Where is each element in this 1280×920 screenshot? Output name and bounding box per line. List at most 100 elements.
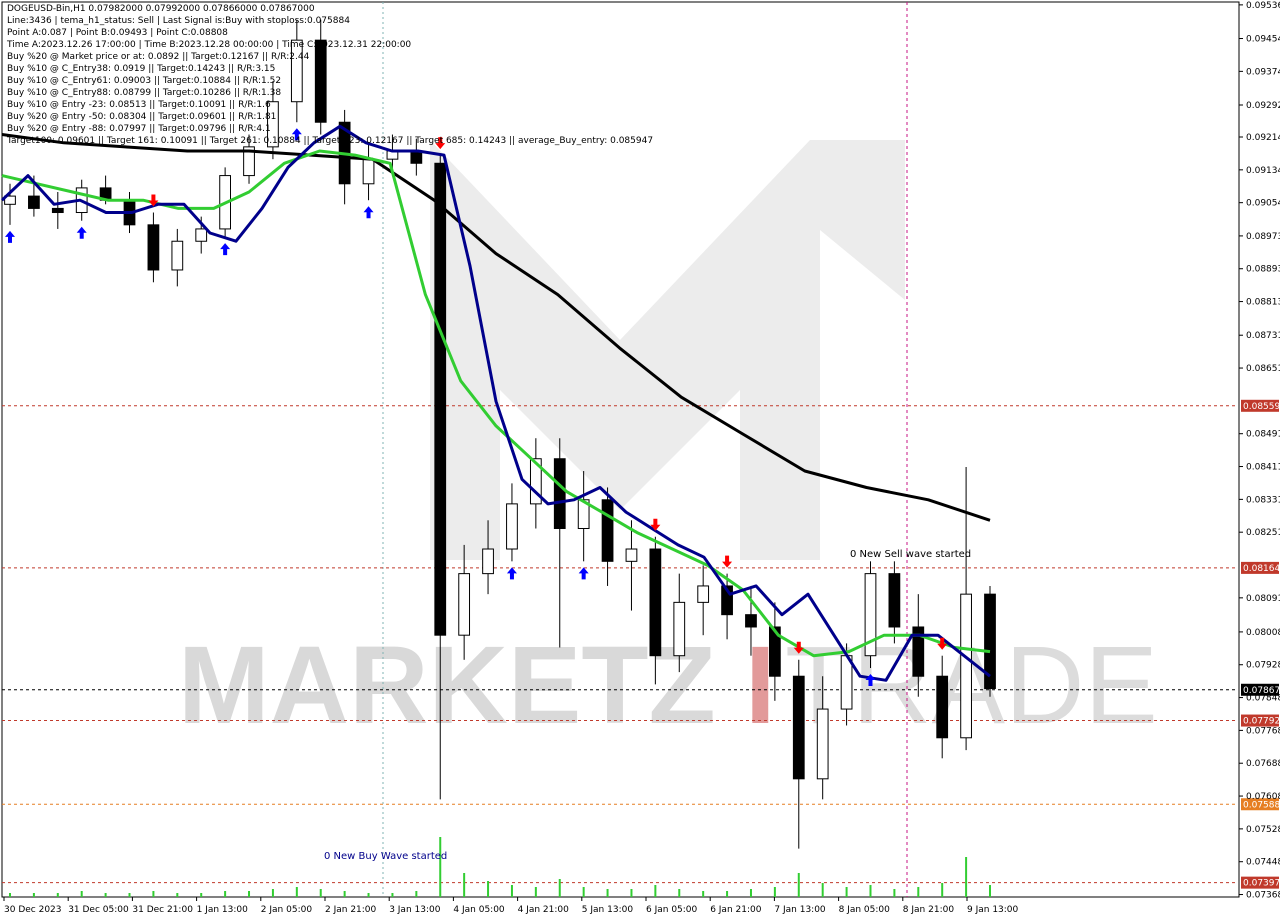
volume-bar [869, 885, 872, 897]
volume-bar [248, 891, 251, 897]
volume-bar [917, 887, 920, 897]
level-tag-label: 0.07397 [1243, 879, 1280, 889]
candle-body [816, 708, 829, 780]
y-tick-label: 0.09054 [1246, 199, 1280, 209]
y-tick-label: 0.08813 [1246, 298, 1280, 308]
x-tick-label: 6 Jan 05:00 [646, 905, 698, 915]
volume-bar [845, 887, 848, 897]
volume-bar [487, 881, 490, 897]
candle-body [458, 573, 471, 636]
volume-bar [415, 891, 418, 897]
info-line: Buy %10 @ C_Entry88: 0.08799 || Target:0… [7, 88, 282, 98]
volume-bar [271, 889, 274, 897]
info-line: Point A:0.087 | Point B:0.09493 | Point … [7, 28, 228, 38]
y-tick-label: 0.09536 [1246, 1, 1280, 11]
level-tag-label: 0.07792 [1243, 717, 1280, 727]
volume-bar [200, 893, 203, 897]
y-tick-label: 0.08008 [1246, 628, 1280, 638]
volume-bar [319, 889, 322, 897]
volume-bar [32, 893, 35, 897]
x-tick-label: 4 Jan 21:00 [518, 905, 570, 915]
volume-bar [80, 891, 83, 897]
y-tick-label: 0.07448 [1246, 858, 1280, 868]
info-line: Buy %20 @ Entry -50: 0.08304 || Target:0… [7, 112, 277, 122]
candle-body [888, 573, 901, 628]
candle-body [553, 458, 566, 529]
x-tick-label: 6 Jan 21:00 [710, 905, 762, 915]
candle-body [51, 207, 64, 214]
volume-bar [56, 893, 59, 897]
volume-bar [941, 883, 944, 897]
x-tick-label: 8 Jan 21:00 [903, 905, 955, 915]
y-tick-label: 0.08651 [1246, 364, 1280, 374]
level-tag-label: 0.08164 [1243, 564, 1280, 574]
y-tick-label: 0.09134 [1246, 166, 1280, 176]
x-tick-label: 7 Jan 13:00 [774, 905, 826, 915]
volume-bar [510, 885, 513, 897]
candle-body [745, 614, 757, 628]
candle-body [195, 228, 208, 242]
volume-bar [773, 887, 776, 897]
y-tick-label: 0.07768 [1246, 726, 1280, 736]
x-tick-label: 2 Jan 21:00 [325, 905, 377, 915]
candle-body [673, 601, 686, 657]
candle-body [625, 548, 638, 562]
x-tick-label: 2 Jan 05:00 [261, 905, 313, 915]
info-line: Line:3436 | tema_h1_status: Sell | Last … [7, 16, 350, 26]
volume-bar [702, 891, 705, 897]
volume-bar [797, 873, 800, 897]
y-tick-label: 0.09214 [1246, 133, 1280, 143]
y-tick-label: 0.09374 [1246, 67, 1280, 77]
x-tick-label: 4 Jan 05:00 [453, 905, 505, 915]
volume-bar [965, 857, 968, 897]
sell-wave-annotation: 0 New Sell wave started [850, 549, 971, 560]
volume-bar [439, 837, 442, 897]
buy-wave-annotation: 0 New Buy Wave started [324, 851, 447, 862]
y-tick-label: 0.08411 [1246, 463, 1280, 473]
candle-body [960, 593, 972, 739]
volume-bar [463, 873, 466, 897]
x-tick-label: 30 Dec 2023 [4, 905, 62, 915]
x-tick-label: 9 Jan 13:00 [967, 905, 1019, 915]
volume-bar [678, 889, 681, 897]
y-tick-label: 0.07608 [1246, 792, 1280, 802]
volume-bar [128, 893, 131, 897]
candle-body [28, 195, 40, 209]
y-tick-label: 0.08251 [1246, 528, 1280, 538]
y-tick-label: 0.08973 [1246, 232, 1280, 242]
volume-bar [152, 891, 155, 897]
y-tick-label: 0.07848 [1246, 694, 1280, 704]
volume-bar [726, 891, 729, 897]
candle-body [601, 499, 614, 562]
volume-bar [534, 887, 537, 897]
x-tick-label: 31 Dec 05:00 [68, 905, 129, 915]
watermark-left: MARKETZ [178, 624, 716, 747]
volume-bar [654, 885, 657, 897]
candle-body [362, 158, 375, 185]
info-line: Buy %10 @ Entry -23: 0.08513 || Target:0… [7, 100, 271, 110]
info-line: Target100: 0.09601 || Target 161: 0.1009… [7, 136, 654, 146]
info-line: DOGEUSD-Bin,H1 0.07982000 0.07992000 0.0… [7, 4, 315, 14]
volume-bar [558, 879, 561, 897]
y-tick-label: 0.07368 [1246, 891, 1280, 901]
volume-bar [295, 887, 298, 897]
info-line: Buy %10 @ C_Entry38: 0.0919 || Target:0.… [7, 64, 276, 74]
volume-bar [9, 893, 11, 897]
candle-body [482, 548, 494, 575]
x-tick-label: 1 Jan 13:00 [197, 905, 249, 915]
volume-bar [606, 889, 609, 897]
y-tick-label: 0.08731 [1246, 331, 1280, 341]
volume-bar [176, 893, 179, 897]
info-panel: DOGEUSD-Bin,H1 0.07982000 0.07992000 0.0… [7, 3, 653, 147]
y-tick-label: 0.08893 [1246, 265, 1280, 275]
volume-bar [582, 887, 585, 897]
volume-bar [224, 891, 227, 897]
y-tick-label: 0.09292 [1246, 101, 1280, 111]
candle-body [936, 675, 949, 739]
candle-body [697, 585, 710, 603]
info-line: Buy %10 @ C_Entry61: 0.09003 || Target:0… [7, 76, 282, 86]
volume-bar [343, 891, 346, 897]
info-line: Buy %20 @ Market price or at: 0.0892 || … [7, 52, 310, 62]
info-line: Buy %20 @ Entry -88: 0.07997 || Target:0… [7, 124, 271, 134]
x-tick-label: 31 Dec 21:00 [132, 905, 193, 915]
